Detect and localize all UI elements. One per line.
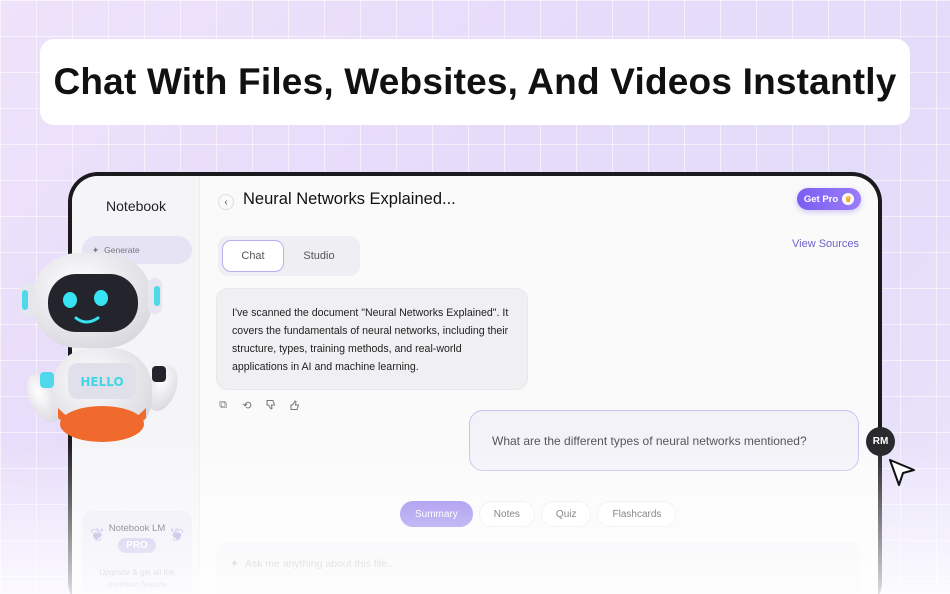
chevron-left-icon: ‹ <box>224 196 228 208</box>
laurel-left-icon: ❦ <box>90 525 106 545</box>
magic-wand-icon: ✦ <box>230 558 239 570</box>
pro-card-description: Upgrade & get all the premium feature <box>99 568 175 589</box>
chat-studio-tabs: Chat Studio <box>218 236 360 276</box>
pro-upgrade-card[interactable]: ❦ ❦ Notebook LM PRO Upgrade & get all th… <box>82 511 192 594</box>
user-avatar: RM <box>866 427 895 456</box>
app-screen: Notebook ✦ Generate ❦ ❦ Notebook LM PRO … <box>72 176 878 594</box>
chip-quiz[interactable]: Quiz <box>540 501 592 527</box>
tab-studio[interactable]: Studio <box>288 240 350 272</box>
robot-mascot: HELLO <box>20 253 178 442</box>
message-actions: ⧉ ⟲ <box>216 398 302 412</box>
headline-text: Chat With Files, Websites, And Videos In… <box>53 61 897 102</box>
tab-chat[interactable]: Chat <box>222 240 284 272</box>
user-message: What are the different types of neural n… <box>469 410 859 471</box>
laurel-right-icon: ❦ <box>168 525 184 545</box>
chip-summary[interactable]: Summary <box>400 501 473 527</box>
headline-banner: Chat With Files, Websites, And Videos In… <box>40 39 910 125</box>
tablet-device-frame: Notebook ✦ Generate ❦ ❦ Notebook LM PRO … <box>68 172 882 594</box>
sidebar-title: Notebook <box>106 198 166 214</box>
chip-notes[interactable]: Notes <box>478 501 535 527</box>
regenerate-icon[interactable]: ⟲ <box>240 398 254 412</box>
quick-action-chips: Summary Notes Quiz Flashcards <box>400 501 677 527</box>
document-title: Neural Networks Explained... <box>243 190 456 208</box>
assistant-message: I've scanned the document "Neural Networ… <box>216 288 528 390</box>
pro-badge: PRO <box>118 538 156 553</box>
chip-flashcards[interactable]: Flashcards <box>597 501 677 527</box>
view-sources-link[interactable]: View Sources <box>792 238 859 250</box>
get-pro-label: Get Pro <box>803 193 839 205</box>
copy-icon[interactable]: ⧉ <box>216 398 230 412</box>
thumbs-down-icon[interactable] <box>264 398 278 412</box>
mouse-cursor-icon <box>889 459 915 486</box>
thumbs-up-icon[interactable] <box>288 398 302 412</box>
composer-placeholder: Ask me anything about this file... <box>244 558 396 570</box>
message-composer[interactable]: ✦ Ask me anything about this file... <box>216 542 860 594</box>
back-button[interactable]: ‹ <box>218 194 234 210</box>
get-pro-button[interactable]: Get Pro ♛ <box>797 188 861 210</box>
crown-icon: ♛ <box>842 193 855 205</box>
robot-screen-text: HELLO <box>80 375 123 389</box>
